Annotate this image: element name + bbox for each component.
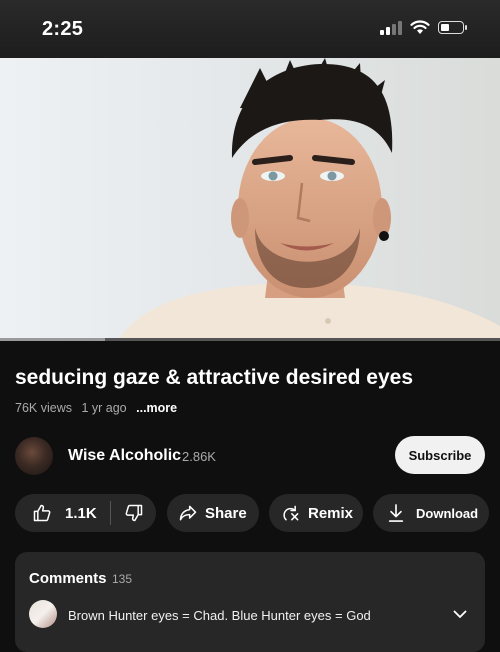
view-count: 76K views [15,401,72,415]
wifi-icon [410,20,430,34]
cellular-signal-icon [380,20,402,35]
remix-button[interactable]: Remix [269,494,363,532]
video-title: seducing gaze & attractive desired eyes [15,366,414,389]
share-button[interactable]: Share [167,494,259,532]
status-icons [380,20,467,35]
download-icon [388,504,404,522]
share-label: Share [205,504,247,522]
remix-label: Remix [308,504,354,522]
battery-icon [438,21,467,34]
subscriber-count: 2.86K [182,449,216,464]
upload-age: 1 yr ago [81,401,127,415]
comments-panel[interactable]: Comments 135 Brown Hunter eyes = Chad. B… [15,552,485,652]
like-divider [109,501,111,525]
download-button[interactable]: Download [373,494,489,532]
commenter-avatar [29,600,57,628]
video-frame-image [120,58,500,338]
video-progress-fill [0,338,105,341]
share-arrow-icon [179,505,197,521]
status-time: 2:25 [42,18,84,40]
chevron-down-icon[interactable] [453,610,467,619]
comments-count: 135 [112,572,133,586]
remix-icon [283,505,299,521]
thumbs-up-icon[interactable] [32,503,52,523]
top-comment-text: Brown Hunter eyes = Chad. Blue Hunter ey… [68,608,371,623]
channel-name[interactable]: Wise Alcoholic [68,447,181,465]
like-dislike-pill: 1.1K [15,494,156,532]
video-progress-bar[interactable] [0,338,500,341]
channel-avatar[interactable] [15,437,53,475]
thumbs-down-icon[interactable] [124,503,144,523]
video-player[interactable] [0,58,500,338]
status-bar: 2:25 [0,0,500,58]
comments-title: Comments [29,570,107,587]
channel-row: Wise Alcoholic 2.86K Subscribe [15,436,485,476]
like-count: 1.1K [65,504,97,522]
video-meta[interactable]: 76K views 1 yr ago ...more [15,401,183,415]
subscribe-button[interactable]: Subscribe [395,436,485,474]
more-link[interactable]: ...more [136,401,177,415]
download-label: Download [416,505,479,521]
